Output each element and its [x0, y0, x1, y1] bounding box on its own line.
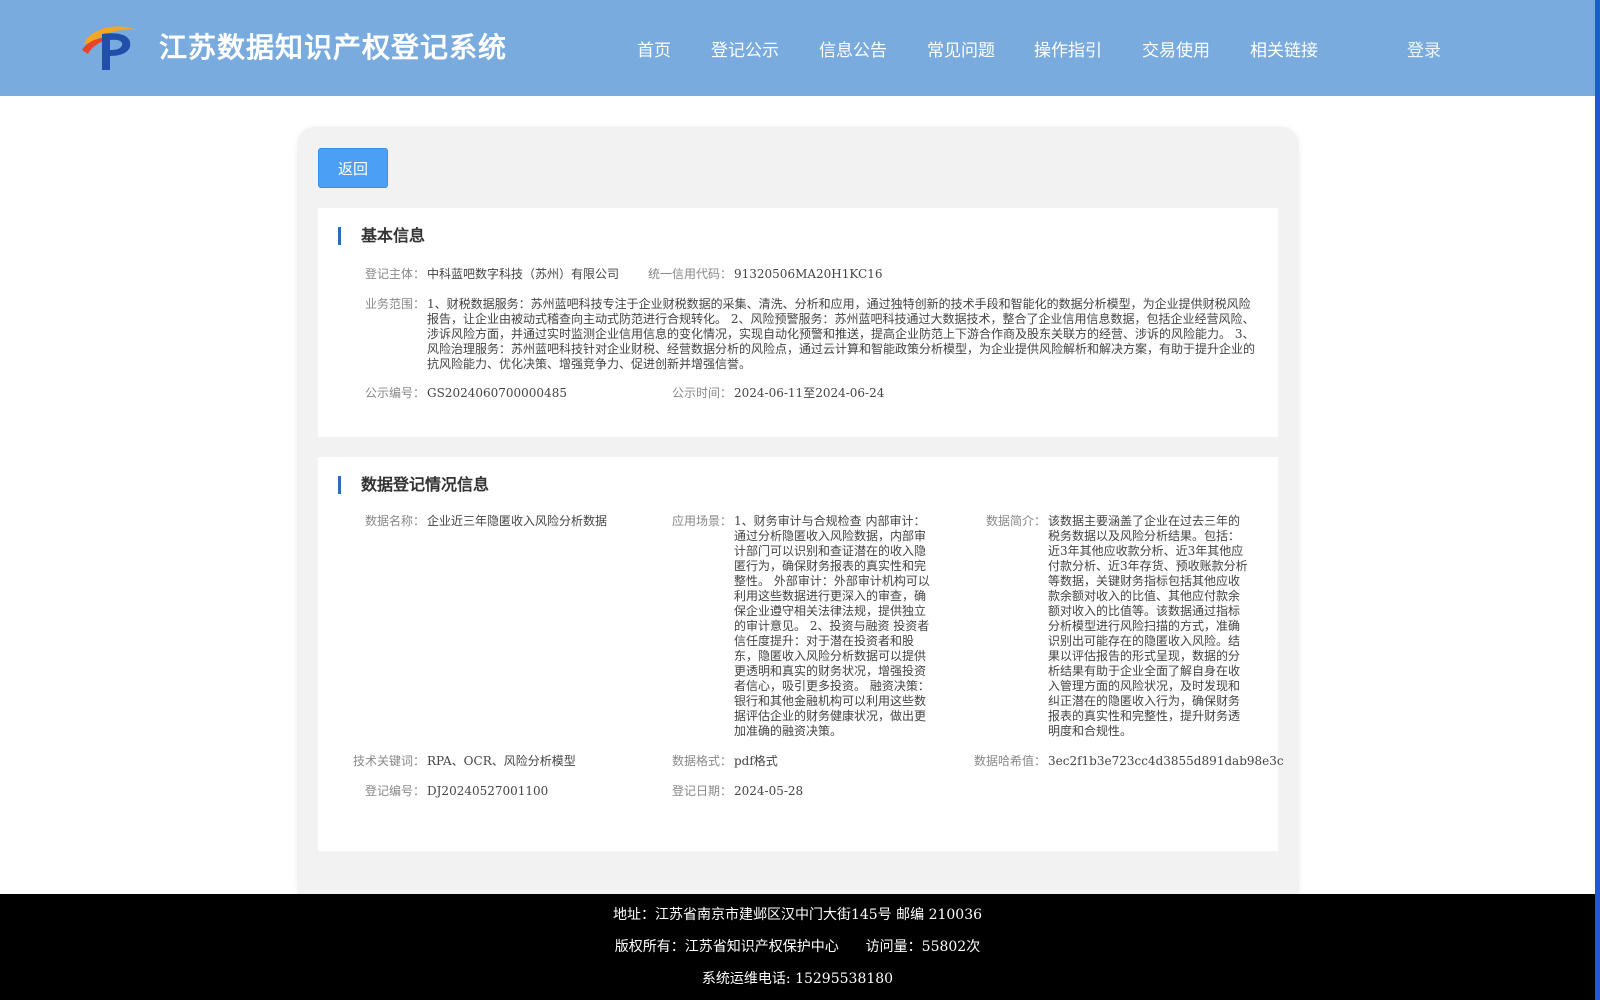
site-header: 江苏数据知识产权登记系统 首页 登记公示 信息公告 常见问题 操作指引 交易使用…	[0, 0, 1595, 96]
data-intro-value: 该数据主要涵盖了企业在过去三年的税务数据以及风险分析结果。包括：近3年其他应收款…	[1048, 514, 1248, 738]
nav-trading-use[interactable]: 交易使用	[1142, 36, 1210, 61]
site-footer: 地址：江苏省南京市建邺区汉中门大街145号 邮编 210036 版权所有：江苏省…	[0, 894, 1595, 1000]
nav-home[interactable]: 首页	[637, 36, 671, 61]
back-button[interactable]: 返回	[318, 148, 388, 188]
data-hash-label: 数据哈希值：	[973, 754, 1046, 768]
nav-announcements[interactable]: 信息公告	[819, 36, 887, 61]
publicity-time-value: 2024-06-11至2024-06-24	[734, 386, 885, 400]
nav-guide[interactable]: 操作指引	[1034, 36, 1102, 61]
subject-label: 登记主体：	[364, 267, 425, 281]
footer-copyright-row: 版权所有：江苏省知识产权保护中心 访问量：55802次	[0, 936, 1595, 956]
data-format-value: pdf格式	[734, 754, 778, 768]
registration-date-label: 登记日期：	[671, 784, 732, 798]
footer-copyright: 版权所有：江苏省知识产权保护中心	[614, 939, 839, 955]
nav-related-links[interactable]: 相关链接	[1250, 36, 1318, 61]
registration-number-value: DJ20240527001100	[427, 784, 549, 798]
section-title-basic-info: 基本信息	[338, 227, 425, 245]
nav-registration-publicity[interactable]: 登记公示	[711, 36, 779, 61]
application-scene-label: 应用场景：	[671, 514, 732, 528]
credit-code-value: 91320506MA20H1KC16	[734, 267, 883, 281]
business-scope-label: 业务范围：	[364, 297, 425, 311]
basic-info-panel: 基本信息 登记主体： 中科蓝吧数字科技（苏州）有限公司 统一信用代码： 9132…	[318, 208, 1278, 437]
registration-number-label: 登记编号：	[364, 784, 425, 798]
footer-address: 地址：江苏省南京市建邺区汉中门大街145号 邮编 210036	[612, 907, 983, 923]
subject-value: 中科蓝吧数字科技（苏州）有限公司	[427, 267, 620, 281]
nav-faq[interactable]: 常见问题	[927, 36, 995, 61]
publicity-number-value: GS2024060700000485	[427, 386, 567, 400]
credit-code-label: 统一信用代码：	[647, 267, 732, 281]
data-name-value: 企业近三年隐匿收入风险分析数据	[427, 514, 608, 528]
data-hash-value: 3ec2f1b3e723cc4d3855d891dab98e3c	[1048, 754, 1284, 768]
site-logo-icon[interactable]	[80, 20, 140, 72]
footer-visit-count: 访问量：55802次	[865, 939, 981, 955]
scrollbar-edge	[1595, 0, 1600, 1000]
site-title: 江苏数据知识产权登记系统	[159, 31, 508, 64]
data-format-label: 数据格式：	[671, 754, 732, 768]
tech-keywords-label: 技术关键词：	[352, 754, 425, 768]
tech-keywords-value: RPA、OCR、风险分析模型	[427, 754, 576, 768]
business-scope-value: 1、财税数据服务：苏州蓝吧科技专注于企业财税数据的采集、清洗、分析和应用，通过独…	[427, 297, 1256, 371]
data-registration-panel: 数据登记情况信息 数据名称： 企业近三年隐匿收入风险分析数据 应用场景： 1、财…	[318, 457, 1284, 851]
application-scene-value: 1、财务审计与合规检查 内部审计：通过分析隐匿收入风险数据，内部审计部门可以识别…	[734, 514, 930, 738]
footer-phone: 系统运维电话: 15295538180	[701, 971, 894, 987]
login-link[interactable]: 登录	[1407, 36, 1441, 61]
data-intro-label: 数据简介：	[985, 514, 1046, 528]
data-name-label: 数据名称：	[364, 514, 425, 528]
publicity-time-label: 公示时间：	[671, 386, 732, 400]
registration-date-value: 2024-05-28	[734, 784, 804, 798]
section-title-data-registration: 数据登记情况信息	[338, 476, 489, 494]
publicity-number-label: 公示编号：	[364, 386, 425, 400]
